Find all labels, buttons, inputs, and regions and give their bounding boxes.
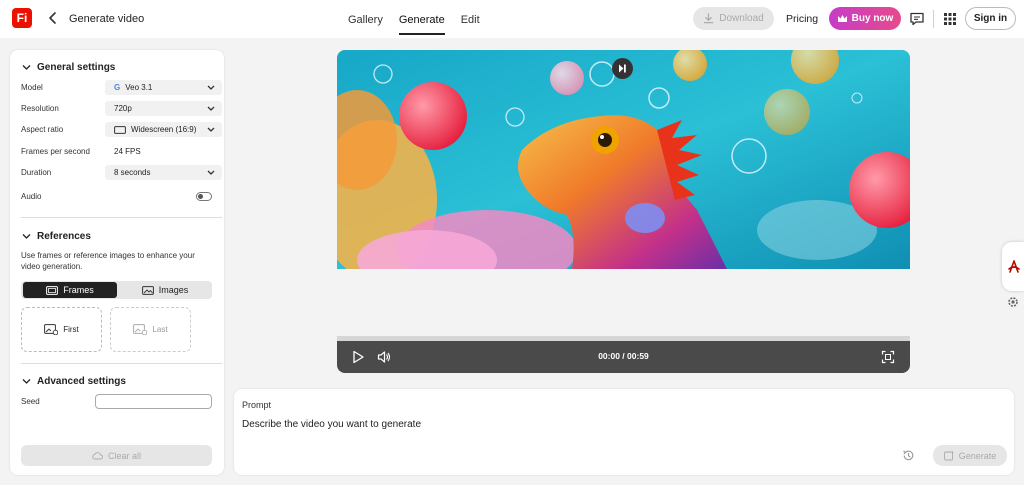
feedback-icon[interactable] [909, 11, 925, 27]
page-title: Generate video [69, 13, 145, 25]
chevron-down-icon [207, 127, 215, 132]
model-label: Model [21, 83, 43, 92]
resolution-label: Resolution [21, 104, 59, 113]
clear-all-label: Clear all [107, 450, 141, 461]
aspect-ratio-label: Aspect ratio [21, 125, 64, 134]
gear-icon[interactable] [1007, 296, 1019, 308]
apps-grid-icon[interactable] [943, 12, 957, 26]
prompt-input[interactable]: Describe the video you want to generate [242, 419, 421, 430]
fps-label: Frames per second [21, 147, 90, 156]
frames-label: Frames [63, 285, 94, 295]
fullscreen-icon[interactable] [881, 350, 895, 364]
duration-select[interactable]: 8 seconds [105, 165, 222, 180]
generate-label: Generate [958, 450, 997, 461]
general-settings-title: General settings [37, 62, 116, 73]
video-preview-image[interactable] [337, 50, 910, 269]
duration-value: 8 seconds [114, 168, 151, 177]
images-mode-button[interactable]: Images [118, 282, 212, 298]
aspect-ratio-value: Widescreen (16:9) [131, 125, 197, 134]
chevron-down-icon [207, 106, 215, 111]
references-header[interactable]: References [22, 231, 91, 242]
general-settings-header[interactable]: General settings [22, 62, 115, 73]
frames-icon [46, 285, 59, 295]
widescreen-icon [114, 125, 126, 134]
history-icon[interactable] [902, 449, 915, 462]
images-label: Images [158, 285, 189, 295]
settings-panel: General settings Model G Veo 3.1 Resolut… [10, 50, 224, 475]
add-image-icon [133, 324, 148, 335]
chevron-down-icon [22, 65, 31, 70]
acrobat-icon [1008, 260, 1020, 273]
model-value: Veo 3.1 [125, 83, 153, 92]
frames-mode-button[interactable]: Frames [23, 282, 117, 298]
prompt-panel: Prompt Describe the video you want to ge… [234, 389, 1014, 475]
last-frame-label: Last [152, 325, 168, 334]
prompt-label: Prompt [242, 400, 272, 410]
acrobat-assistant-button[interactable] [1002, 242, 1024, 291]
audio-label: Audio [21, 192, 42, 201]
advanced-settings-header[interactable]: Advanced settings [22, 376, 126, 387]
google-g-icon: G [114, 83, 121, 92]
buy-now-button[interactable]: Buy now [829, 7, 901, 30]
skip-forward-icon [619, 64, 626, 73]
references-title: References [37, 231, 91, 242]
audio-toggle[interactable] [196, 192, 212, 201]
tab-generate[interactable]: Generate [391, 0, 453, 38]
pricing-link[interactable]: Pricing [786, 13, 818, 25]
firefly-logo[interactable]: Fi [12, 8, 32, 28]
section-divider [21, 363, 222, 364]
player-controls: 00:00 / 00:59 [337, 341, 910, 373]
references-description: Use frames or reference images to enhanc… [21, 251, 195, 271]
generate-icon [943, 450, 954, 461]
cloud-icon [92, 452, 103, 460]
mode-tabs: Gallery Generate Edit [340, 0, 488, 38]
last-frame-slot[interactable]: Last [110, 307, 191, 352]
advanced-settings-title: Advanced settings [37, 376, 126, 387]
top-bar: Fi Generate video Gallery Generate Edit … [0, 0, 1024, 38]
generate-button[interactable]: Generate [933, 445, 1007, 466]
crown-icon [837, 15, 847, 22]
playback-time: 00:00 / 00:59 [598, 351, 649, 361]
tab-edit[interactable]: Edit [453, 0, 488, 38]
chevron-down-icon [207, 170, 215, 175]
seed-input[interactable] [95, 394, 212, 409]
duration-label: Duration [21, 168, 52, 177]
images-icon [141, 285, 154, 295]
back-arrow-icon[interactable] [45, 9, 61, 27]
clear-all-button[interactable]: Clear all [21, 445, 212, 466]
sign-in-button[interactable]: Sign in [965, 7, 1016, 30]
first-frame-label: First [63, 325, 79, 334]
download-icon [704, 13, 714, 24]
video-player: 00:00 / 00:59 [337, 50, 910, 373]
chevron-down-icon [22, 234, 31, 239]
aspect-ratio-select[interactable]: Widescreen (16:9) [105, 122, 222, 137]
skip-forward-button[interactable] [612, 58, 633, 79]
resolution-select[interactable]: 720p [105, 101, 222, 116]
buy-now-label: Buy now [851, 13, 894, 24]
section-divider [21, 217, 222, 218]
chevron-down-icon [22, 379, 31, 384]
download-button[interactable]: Download [693, 7, 774, 30]
download-label: Download [719, 13, 764, 24]
fps-value: 24 FPS [114, 147, 141, 156]
chevron-down-icon [207, 85, 215, 90]
model-select[interactable]: G Veo 3.1 [105, 80, 222, 95]
seed-label: Seed [21, 397, 40, 406]
add-image-icon [44, 324, 59, 335]
resolution-value: 720p [114, 104, 132, 113]
tab-gallery[interactable]: Gallery [340, 0, 391, 38]
first-frame-slot[interactable]: First [21, 307, 102, 352]
header-divider [933, 10, 934, 28]
